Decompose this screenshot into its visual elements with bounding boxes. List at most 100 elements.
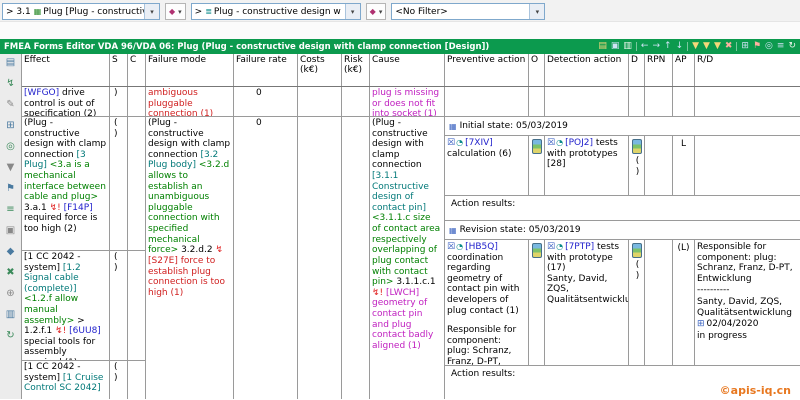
element-variant-button[interactable]: ◆ ▾ [165, 3, 186, 20]
detection-action-cell[interactable] [545, 87, 629, 116]
rd-cell[interactable] [695, 136, 800, 195]
effect-cell[interactable]: (Plug - constructive design with clamp c… [22, 117, 109, 251]
risk-cell[interactable] [342, 117, 369, 399]
costs-cell[interactable] [298, 87, 341, 117]
ap-cell[interactable]: L [673, 136, 695, 195]
effect-text: required force is too high (2) [24, 213, 98, 235]
effect-cell[interactable]: [1 CC 2042 - system] [1.2 Signal cable (… [22, 251, 109, 361]
lightning-icon[interactable]: ↯ [6, 79, 14, 89]
severity-cell[interactable]: ( ) [110, 361, 127, 399]
detection-cell[interactable]: ( ) [629, 136, 645, 195]
back-icon[interactable]: ← [641, 42, 649, 51]
dropdown-arrow-icon[interactable]: ▾ [529, 4, 545, 19]
filter-icon[interactable]: ▼ [7, 163, 15, 173]
rpn-cell[interactable] [645, 136, 673, 195]
up-icon[interactable]: ↑ [664, 42, 672, 51]
save-icon[interactable]: ▣ [611, 42, 620, 51]
effect-column: [WFGO] drive control is out of specifica… [22, 87, 110, 399]
failure-mode-cell[interactable]: ambiguous pluggable connection (1) [146, 87, 233, 117]
classification-cell[interactable] [128, 87, 145, 117]
forward-icon[interactable]: → [652, 42, 660, 51]
rd-cell[interactable]: Responsible for component: plug: Schranz… [695, 240, 800, 365]
list-icon[interactable]: ≡ [777, 42, 785, 51]
severity-cell[interactable]: ( ) [110, 117, 127, 251]
failure-rate-cell[interactable]: 0 [234, 117, 297, 399]
target-icon[interactable]: ◎ [6, 142, 15, 152]
action-section: ▦ Initial state: 05/03/2019 ☒◔ [7XIV] cal… [445, 87, 800, 399]
severity-cell[interactable]: ) [110, 87, 127, 117]
effect-cell[interactable]: [WFGO] drive control is out of specifica… [22, 87, 109, 117]
flag-icon[interactable]: ⚑ [753, 42, 761, 51]
rpn-cell[interactable] [645, 87, 673, 116]
id-ref: [POJ2] [565, 138, 593, 148]
grid-icon[interactable]: ⊞ [741, 42, 749, 51]
list-icon[interactable]: ≡ [6, 205, 14, 215]
code-text: 3.1.1.c.1 [396, 277, 436, 288]
filter-add-icon[interactable]: ▼ [703, 42, 710, 51]
failure-rate-cell[interactable]: 0 [234, 87, 297, 117]
diamond-icon[interactable]: ◆ [7, 247, 15, 257]
detection-action-cell[interactable]: ☒◔ [7PTP] tests with prototype (17) Santy… [545, 240, 629, 365]
refresh-icon[interactable]: ↻ [6, 331, 14, 341]
classification-cell[interactable] [128, 361, 145, 399]
flag-icon[interactable]: ⚑ [6, 184, 15, 194]
classification-cell[interactable] [128, 251, 145, 361]
filter-combobox[interactable]: <No Filter> ▾ [391, 3, 546, 20]
fmea-forms-editor-window: > 3.1 ▦ Plug [Plug - constructive ▾ ◆ ▾ … [0, 0, 800, 400]
clear-filter-icon[interactable]: ✖ [725, 42, 733, 51]
occurrence-cell[interactable] [529, 136, 545, 195]
detection-action-cell[interactable]: ☒◔ [POJ2] tests with prototypes [28] [545, 136, 629, 195]
lightning-alert-icon: ↯! [372, 287, 384, 298]
element-combobox[interactable]: > 3.1 ▦ Plug [Plug - constructive ▾ [2, 3, 160, 20]
occurrence-cell[interactable] [529, 87, 545, 116]
ap-cell[interactable]: (L) [673, 240, 695, 365]
print-icon[interactable]: ▥ [623, 42, 632, 51]
detection-cell[interactable] [629, 87, 645, 116]
rd-cell[interactable] [695, 87, 800, 116]
element-combobox-value: Plug [Plug - constructive [43, 6, 144, 17]
toolbar-separator [736, 42, 738, 51]
preventive-action-cell[interactable]: ☒◔ [7XIV] calculation (6) [445, 136, 529, 195]
down-icon[interactable]: ↓ [676, 42, 684, 51]
preventive-action-cell[interactable]: ☒◔ [HB5Q] coordination regarding geometry… [445, 240, 529, 365]
filter-edit-icon[interactable]: ▼ [714, 42, 721, 51]
function-combobox[interactable]: > ≣ Plug - constructive design w ▾ [190, 3, 361, 20]
checkbox-icon[interactable]: ☒ [547, 138, 555, 148]
classification-cell[interactable] [128, 117, 145, 251]
dropdown-arrow-icon[interactable]: ▾ [344, 4, 360, 19]
preview-icon[interactable]: ◎ [765, 42, 773, 51]
checkbox-icon[interactable]: ☒ [547, 242, 555, 252]
edit-icon[interactable]: ✎ [6, 100, 14, 110]
checkbox-icon[interactable]: ☒ [447, 138, 455, 148]
risk-cell[interactable] [342, 87, 369, 117]
effect-cell[interactable]: [1 CC 2042 - system] [1 Cruise Control S… [22, 361, 109, 399]
function-variant-button[interactable]: ◆ ▾ [365, 3, 387, 20]
delete-icon[interactable]: ✖ [6, 268, 14, 278]
cause-cell[interactable]: plug is missing or does not fit into soc… [370, 87, 444, 117]
function-text: <1.2.f allow manual assembly> [24, 294, 79, 326]
responsible-text: Responsible for component: plug: Schranz… [697, 242, 793, 284]
severity-cell[interactable]: ( ) [110, 251, 127, 361]
print-icon[interactable]: ▥ [6, 310, 15, 320]
responsible-note: Responsible for component: plug: Schranz… [447, 325, 517, 365]
dropdown-arrow-icon[interactable]: ▾ [144, 4, 159, 19]
occurrence-cell[interactable] [529, 240, 545, 365]
form-icon[interactable]: ▤ [6, 58, 15, 68]
navigation-toolbar: > 3.1 ▦ Plug [Plug - constructive ▾ ◆ ▾ … [0, 0, 800, 22]
rpn-cell[interactable] [645, 240, 673, 365]
detection-cell[interactable]: ( ) [629, 240, 645, 365]
table-icon[interactable]: ⊞ [6, 121, 14, 131]
failure-mode-cell[interactable]: (Plug - constructive design with clamp c… [146, 117, 233, 399]
open-folder-icon[interactable]: ▤ [598, 42, 607, 51]
cell-icon[interactable]: ▣ [6, 226, 15, 236]
add-icon[interactable]: ⊕ [6, 289, 14, 299]
status-traffic-light-icon [531, 243, 542, 258]
preventive-action-cell[interactable] [445, 87, 529, 116]
ap-cell[interactable] [673, 87, 695, 116]
cause-cell[interactable]: (Plug - constructive design with clamp c… [370, 117, 444, 399]
checkbox-icon[interactable]: ☒ [447, 242, 455, 252]
costs-cell[interactable] [298, 117, 341, 399]
filter-icon[interactable]: ▼ [692, 42, 699, 51]
action-results-bar[interactable]: Action results: [445, 196, 800, 221]
refresh-icon[interactable]: ↻ [788, 42, 796, 51]
